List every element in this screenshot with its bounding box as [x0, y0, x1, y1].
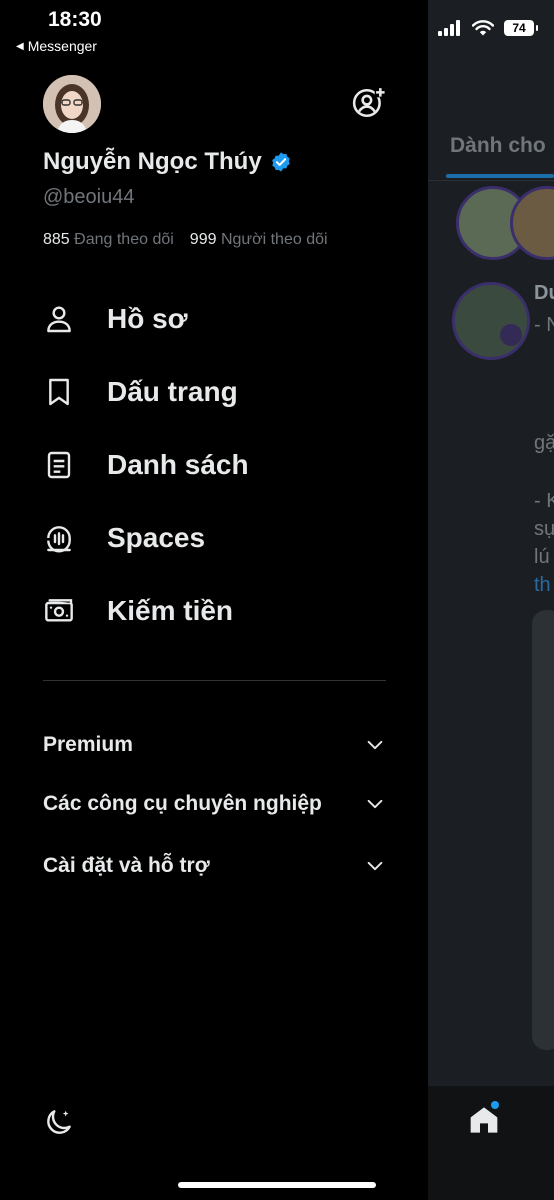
menu-item-spaces[interactable]: Spaces	[43, 501, 403, 574]
chevron-down-icon	[367, 740, 383, 750]
menu-item-label: Danh sách	[107, 448, 249, 480]
status-bar: 18:30 ◀ Messenger 74	[0, 0, 554, 60]
post-media	[532, 610, 554, 1050]
post-text-line: gặ	[534, 432, 554, 454]
battery-level: 74	[512, 21, 526, 35]
status-time: 18:30	[48, 8, 102, 31]
avatar-image	[43, 75, 101, 133]
followers-label: Người theo dõi	[220, 231, 328, 248]
avatar[interactable]	[43, 75, 101, 133]
post-text-line: sự	[534, 518, 554, 540]
notification-dot	[491, 1101, 499, 1109]
post-avatar	[452, 282, 530, 360]
side-drawer: Nguyễn Ngọc Thúy @beoiu44 885 Đang theo …	[0, 0, 428, 1200]
section-settings-support[interactable]: Cài đặt và hỗ trợ	[43, 854, 386, 878]
money-icon	[45, 598, 73, 622]
post-text-line: - N	[534, 314, 554, 336]
menu-item-label: Kiếm tiền	[107, 594, 234, 626]
menu-item-profile[interactable]: Hồ sơ	[43, 282, 403, 355]
post-text-line: - K	[534, 490, 554, 512]
post-text-line: lú	[534, 546, 550, 568]
back-app-label: Messenger	[27, 38, 97, 54]
profile-name: Nguyễn Ngọc Thúy	[43, 148, 262, 175]
screen: Dành cho Du - N gặ - K sự lú th	[0, 0, 554, 1200]
following-link[interactable]: 885 Đang theo dõi	[43, 231, 174, 248]
post-link: th	[534, 574, 551, 596]
cellular-signal-icon	[438, 20, 460, 36]
post-avatar-badge	[500, 324, 522, 346]
post-author: Du	[534, 282, 554, 304]
chevron-down-icon	[367, 861, 383, 871]
section-label: Cài đặt và hỗ trợ	[43, 854, 210, 877]
system-indicators: 74	[438, 20, 538, 36]
chevron-down-icon	[367, 799, 383, 809]
follow-stats: 885 Đang theo dõi 999 Người theo dõi	[43, 231, 328, 249]
battery-icon: 74	[504, 20, 538, 36]
spaces-icon	[47, 525, 71, 552]
menu-item-bookmarks[interactable]: Dấu trang	[43, 355, 403, 428]
back-to-app[interactable]: ◀ Messenger	[16, 38, 97, 54]
home-indicator[interactable]	[178, 1182, 376, 1188]
divider	[43, 680, 386, 681]
followers-count: 999	[189, 231, 217, 248]
verified-badge-icon	[271, 152, 290, 172]
menu-item-monetization[interactable]: Kiếm tiền	[43, 574, 403, 647]
profile-name-row[interactable]: Nguyễn Ngọc Thúy	[43, 148, 292, 176]
menu-item-label: Hồ sơ	[107, 302, 188, 334]
list-icon	[47, 451, 71, 478]
section-professional-tools[interactable]: Các công cụ chuyên nghiệp	[43, 792, 386, 816]
drawer-menu: Hồ sơ Dấu trang Danh sách Spaces Kiếm ti…	[43, 282, 403, 647]
section-label: Premium	[43, 733, 133, 756]
background-timeline[interactable]: Dành cho Du - N gặ - K sự lú th	[428, 0, 554, 1200]
following-label: Đang theo dõi	[74, 231, 174, 248]
tab-for-you: Dành cho	[450, 134, 546, 157]
back-triangle-icon: ◀	[16, 40, 24, 52]
bookmark-icon	[49, 378, 69, 405]
wifi-icon	[472, 20, 494, 36]
following-count: 885	[43, 231, 70, 248]
menu-item-label: Dấu trang	[107, 375, 238, 407]
menu-item-label: Spaces	[107, 521, 206, 553]
person-icon	[47, 305, 71, 332]
section-premium[interactable]: Premium	[43, 733, 386, 757]
dark-mode-icon[interactable]	[43, 1106, 75, 1138]
menu-item-lists[interactable]: Danh sách	[43, 428, 403, 501]
tab-indicator	[446, 174, 554, 178]
section-label: Các công cụ chuyên nghiệp	[43, 792, 322, 815]
followers-link[interactable]: 999 Người theo dõi	[190, 231, 328, 248]
add-account-icon[interactable]	[352, 86, 386, 120]
profile-handle: @beoiu44	[43, 186, 135, 208]
